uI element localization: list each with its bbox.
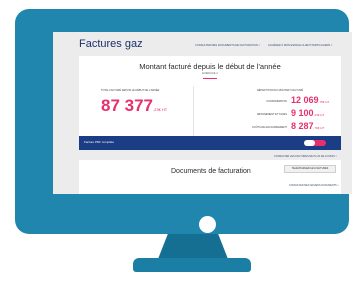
breakdown-row-label: ABONNEMENT ET TAXES bbox=[256, 113, 287, 116]
total-unit: ,23€ HT bbox=[153, 107, 168, 112]
documents-title: Documents de facturation bbox=[171, 168, 251, 175]
toggle-knob bbox=[304, 140, 315, 146]
old-documents-link[interactable]: CONSULTER MES ANCIENS DOCUMENTS > bbox=[289, 184, 339, 187]
breakdown-label: RÉPARTITION DU MONTANT FACTURÉ bbox=[257, 89, 304, 92]
total-value: 87 377 bbox=[101, 96, 153, 115]
total-amount: 87 377,23€ HT bbox=[101, 96, 167, 116]
total-label: TOTAL FACTURÉ DEPUIS LE DÉBUT DE L'ANNÉE bbox=[101, 89, 160, 92]
documents-card: Documents de facturation TÉLÉCHARGER LES… bbox=[79, 160, 341, 194]
breakdown-row: CONSOMMATION 12 069,75€ HT bbox=[214, 95, 339, 109]
breakdown-row-value: 8 287 bbox=[291, 121, 314, 131]
page-title: Factures gaz bbox=[79, 38, 143, 50]
breakdown-row-label: CONSOMMATION bbox=[266, 100, 287, 103]
power-button bbox=[199, 216, 216, 233]
monitor-base bbox=[133, 258, 251, 272]
monitor-screen: Factures gaz CONSULTER MES DOCUMENTS DE … bbox=[53, 32, 352, 194]
breakdown-row-unit: ,75€ HT bbox=[318, 100, 330, 104]
client-space-link[interactable]: ACCÉDER À MON ESPACE CLIENT PARTICULIERS… bbox=[268, 44, 332, 47]
summary-title: Montant facturé depuis le début de l'ann… bbox=[139, 62, 281, 71]
documents-link[interactable]: CONSULTER MES DOCUMENTS DE FACTURATION > bbox=[195, 44, 260, 47]
breakdown-row-value: 9 100 bbox=[291, 108, 314, 118]
banner-text: Facture PDF complète bbox=[84, 140, 115, 144]
column-divider bbox=[193, 86, 194, 136]
monitor-frame: Factures gaz CONSULTER MES DOCUMENTS DE … bbox=[15, 9, 352, 234]
pdf-banner: Facture PDF complète bbox=[79, 136, 341, 150]
breakdown-row-label: COÛTS DE RACCORDEMENT bbox=[251, 126, 287, 129]
breakdown-row-value: 12 069 bbox=[291, 95, 319, 105]
older-invoices-link[interactable]: CONSULTER LES FACTURES DE PLUS DE 12 MOI… bbox=[274, 155, 337, 158]
summary-card: Montant facturé depuis le début de l'ann… bbox=[79, 56, 341, 150]
breakdown-row-unit: ,44€ HT bbox=[313, 113, 325, 117]
breakdown-row: ABONNEMENT ET TAXES 9 100,44€ HT bbox=[214, 108, 339, 122]
breakdown-row-amount: 12 069,75€ HT bbox=[291, 95, 329, 105]
breakdown-row-unit: ,79€ HT bbox=[313, 126, 325, 130]
breakdown-row-amount: 9 100,44€ HT bbox=[291, 108, 324, 118]
breakdown-row: COÛTS DE RACCORDEMENT 8 287,79€ HT bbox=[214, 121, 339, 135]
summary-subtitle: EXERCICE 4 bbox=[202, 72, 218, 75]
pdf-toggle[interactable] bbox=[304, 140, 326, 146]
download-invoices-button[interactable]: TÉLÉCHARGER LES FACTURES bbox=[284, 165, 336, 173]
breakdown-row-amount: 8 287,79€ HT bbox=[291, 121, 324, 131]
monitor-neck bbox=[158, 234, 228, 259]
title-underline bbox=[203, 78, 217, 80]
